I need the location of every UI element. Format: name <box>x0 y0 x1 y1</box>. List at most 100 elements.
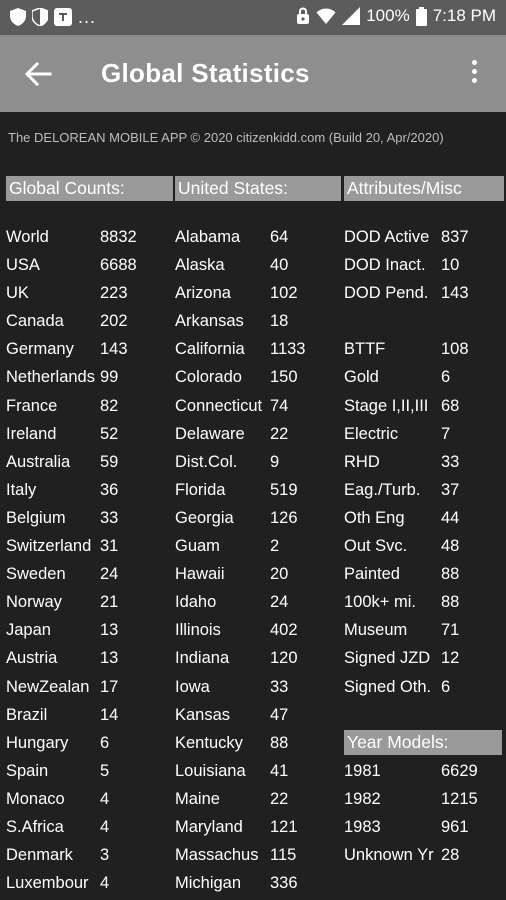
united-states-header: United States: <box>175 176 341 201</box>
stat-value: 22 <box>270 424 289 443</box>
stat-row: Idaho 24 <box>175 588 341 616</box>
stat-row: DOD Active 837 <box>344 223 504 251</box>
stat-row: Austria 13 <box>6 644 173 672</box>
stat-label: Guam <box>175 537 220 556</box>
stat-value: 143 <box>441 284 469 303</box>
stat-row: Painted 88 <box>344 560 504 588</box>
stat-row: Georgia 126 <box>175 504 341 532</box>
stat-label: 1981 <box>344 761 381 780</box>
stats-content: The DELOREAN MOBILE APP © 2020 citizenki… <box>0 112 506 900</box>
stat-row: France 82 <box>6 392 173 420</box>
stat-value: 120 <box>270 649 298 668</box>
stat-label: Alaska <box>175 256 225 275</box>
stat-label: Luxembour <box>6 874 89 893</box>
stat-row: Alaska 40 <box>175 251 341 279</box>
global-counts-header: Global Counts: <box>6 176 173 201</box>
page-title: Global Statistics <box>101 58 310 88</box>
stat-label: Belgium <box>6 508 66 527</box>
stat-value: 88 <box>270 733 289 752</box>
stat-row: DOD Inact. 10 <box>344 251 504 279</box>
row-spacer <box>344 307 504 335</box>
stat-label: Netherlands <box>6 368 95 387</box>
stat-row: Maryland 121 <box>175 813 341 841</box>
stat-label: Dist.Col. <box>175 452 238 471</box>
overflow-menu-icon[interactable] <box>462 57 486 89</box>
stat-label: Painted <box>344 565 400 584</box>
stat-label: Electric <box>344 424 399 443</box>
stat-row: NewZealan 17 <box>6 673 173 701</box>
stat-row: Japan 13 <box>6 616 173 644</box>
status-left: ... <box>10 8 96 26</box>
stat-label: UK <box>6 284 29 303</box>
stat-label: Idaho <box>175 593 217 612</box>
stat-row: Belgium 33 <box>6 504 173 532</box>
stat-value: 6 <box>441 368 451 387</box>
stat-label: Australia <box>6 452 71 471</box>
shield-half-icon <box>32 8 48 26</box>
stat-label: Kentucky <box>175 733 243 752</box>
stat-row: Ireland 52 <box>6 420 173 448</box>
stat-label: Signed Oth. <box>344 677 432 696</box>
stat-row: Hawaii 20 <box>175 560 341 588</box>
stat-value: 88 <box>441 565 460 584</box>
stat-row: Gold 6 <box>344 363 504 391</box>
row-spacer <box>344 701 504 729</box>
year-models-header: Year Models: <box>344 729 502 755</box>
stat-row: Stage I,II,III 68 <box>344 392 504 420</box>
stat-row: Unknown Yr 28 <box>344 841 504 869</box>
stat-value: 1133 <box>270 340 306 359</box>
stat-label: Michigan <box>175 874 242 893</box>
stat-label: Indiana <box>175 649 230 668</box>
more-notifications-dots: ... <box>78 7 97 27</box>
lock-icon <box>297 7 310 24</box>
stat-label: NewZealan <box>6 677 90 696</box>
stat-value: 44 <box>441 508 460 527</box>
stat-label: Arkansas <box>175 312 244 331</box>
stat-label: California <box>175 340 245 359</box>
stat-row: UK 223 <box>6 279 173 307</box>
stat-label: Gold <box>344 368 379 387</box>
stat-value: 64 <box>270 228 289 246</box>
stat-label: Japan <box>6 621 51 640</box>
stat-value: 40 <box>270 256 289 275</box>
stat-value: 6 <box>441 677 451 696</box>
stat-value: 13 <box>100 649 119 668</box>
stat-row: Canada 202 <box>6 307 173 335</box>
stat-value: 31 <box>100 537 119 556</box>
stat-row: BTTF 108 <box>344 335 504 363</box>
stat-label: Monaco <box>6 789 65 808</box>
attributes-column: Attributes/Misc DOD Active 837 DOD Inact. 1… <box>344 176 504 869</box>
stat-value: 71 <box>441 621 460 640</box>
stat-row: Connecticut 74 <box>175 392 341 420</box>
stat-label: Denmark <box>6 846 73 865</box>
stat-value: 82 <box>100 396 119 415</box>
stat-label: Massachus <box>175 846 259 865</box>
stat-row: Denmark 3 <box>6 841 173 869</box>
stat-row: Delaware 22 <box>175 420 341 448</box>
stat-value: 28 <box>441 845 460 864</box>
stat-value: 837 <box>441 228 469 246</box>
stat-value: 143 <box>100 340 128 359</box>
stat-value: 41 <box>270 761 289 780</box>
stat-label: DOD Inact. <box>344 256 426 275</box>
stat-row: Guam 2 <box>175 532 341 560</box>
stat-label: Connecticut <box>175 396 263 415</box>
stat-value: 48 <box>441 537 460 556</box>
back-arrow-icon[interactable] <box>22 58 54 90</box>
stat-row: USA 6688 <box>6 251 173 279</box>
stat-row: Michigan 336 <box>175 869 341 897</box>
stat-label: Alabama <box>175 228 241 246</box>
stat-value: 6 <box>100 733 110 752</box>
stat-value: 9 <box>270 452 280 471</box>
stat-label: Signed JZD <box>344 649 431 668</box>
wifi-icon <box>316 8 336 24</box>
stat-value: 20 <box>270 565 289 584</box>
stat-value: 88 <box>441 593 460 612</box>
stat-value: 18 <box>270 312 289 331</box>
stat-label: Germany <box>6 340 74 359</box>
stat-row: Illinois 402 <box>175 616 341 644</box>
united-states-list: Alabama 64 Alaska 40 Arizona 102 Arkansas 18 Cal… <box>175 223 341 897</box>
stat-value: 21 <box>100 593 119 612</box>
stat-row: World 8832 <box>6 223 173 251</box>
stat-row: Brazil 14 <box>6 701 173 729</box>
